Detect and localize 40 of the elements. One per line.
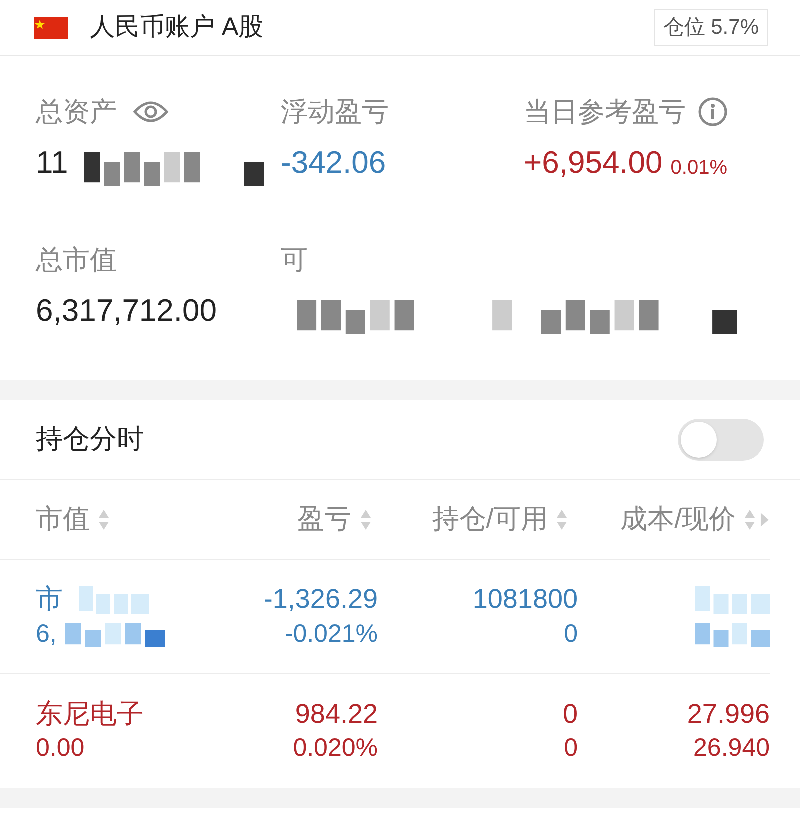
table-cell-text: 市 xyxy=(36,583,63,616)
account-title: 人民币账户 A股 xyxy=(90,12,264,43)
table-cell-text: 1081800 xyxy=(472,583,578,616)
column-header[interactable]: 盈亏 xyxy=(298,499,352,540)
flag-icon xyxy=(34,16,68,38)
table-cell-text: 6, xyxy=(36,618,57,650)
stat-value: +6,954.00 xyxy=(524,144,663,182)
table-cell-text: 26.940 xyxy=(694,733,770,764)
table-cell-text: -0.021% xyxy=(284,618,378,650)
table-cell-text: 0 xyxy=(564,733,578,764)
table-cell-text: 东尼电子 xyxy=(36,698,144,731)
table-cell-text: 984.22 xyxy=(295,698,378,731)
stat-percent: 0.01% xyxy=(670,156,728,181)
stat-label: 总资产 xyxy=(36,96,117,129)
stat-label: 浮动盈亏 xyxy=(281,96,389,129)
sort-icon[interactable] xyxy=(744,508,756,532)
section-title: 持仓分时 xyxy=(36,423,144,456)
stat-value: 11 xyxy=(36,144,68,182)
stat-label: 可 xyxy=(281,244,308,277)
column-header[interactable]: 持仓/可用 xyxy=(432,499,548,540)
table-cell-text: -1,326.29 xyxy=(264,583,378,616)
table-cell-text: 0.00 xyxy=(36,733,85,764)
sort-icon[interactable] xyxy=(98,508,110,532)
toggle-switch[interactable] xyxy=(678,418,764,460)
info-icon[interactable] xyxy=(698,97,728,127)
column-header[interactable]: 成本/现价 xyxy=(620,499,736,540)
position-badge: 仓位 5.7% xyxy=(654,8,768,46)
table-cell-text: 0 xyxy=(564,618,578,650)
stat-label: 当日参考盈亏 xyxy=(524,96,686,129)
table-cell-text: 27.996 xyxy=(687,698,770,731)
table-cell-text: 0.020% xyxy=(293,733,378,764)
stat-value: -342.06 xyxy=(281,144,386,182)
sort-icon[interactable] xyxy=(556,508,568,532)
table-cell-text: 0 xyxy=(562,698,578,731)
sort-icon[interactable] xyxy=(360,508,372,532)
stat-value: 6,317,712.00 xyxy=(36,292,218,330)
stat-label: 总市值 xyxy=(36,244,117,277)
eye-icon[interactable] xyxy=(133,100,169,124)
column-header[interactable]: 市值 xyxy=(36,499,90,540)
scroll-right-icon[interactable] xyxy=(760,512,770,528)
